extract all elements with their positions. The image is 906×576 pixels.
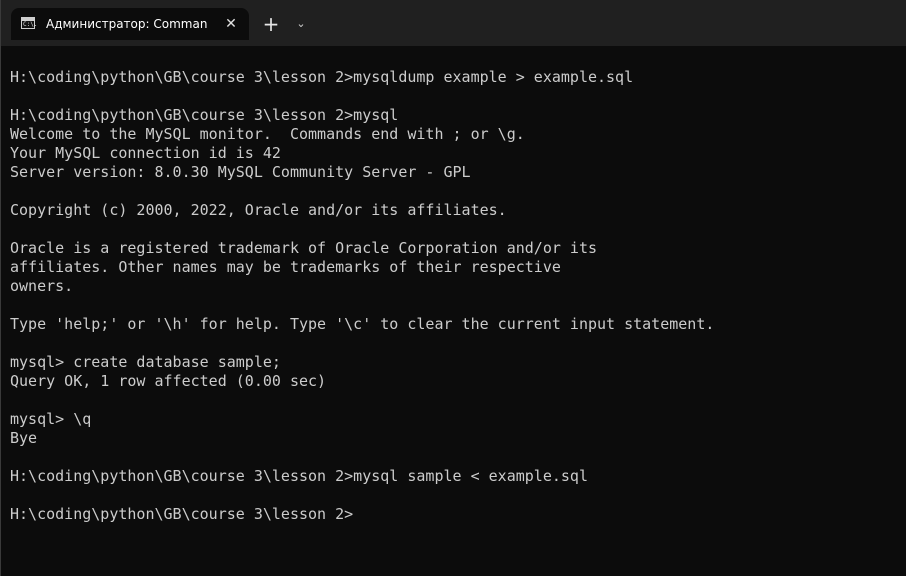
- terminal-line: Type 'help;' or '\h' for help. Type '\c'…: [10, 315, 715, 333]
- title-bar: C:\. Администратор: Command Prompt ✕ + ⌄: [1, 0, 906, 46]
- terminal-line: Welcome to the MySQL monitor. Commands e…: [10, 125, 525, 143]
- tab-command-prompt[interactable]: C:\. Администратор: Command Prompt ✕: [11, 8, 249, 40]
- chevron-down-icon[interactable]: ⌄: [292, 15, 310, 33]
- terminal-line: owners.: [10, 277, 74, 295]
- console-icon: C:\.: [21, 17, 38, 29]
- terminal-line: Oracle is a registered trademark of Orac…: [10, 239, 597, 257]
- terminal-line: H:\coding\python\GB\course 3\lesson 2>my…: [10, 467, 588, 485]
- terminal-line: mysql> \q: [10, 410, 92, 428]
- terminal-line: Query OK, 1 row affected (0.00 sec): [10, 372, 327, 390]
- close-tab-icon[interactable]: ✕: [222, 15, 240, 33]
- terminal-line: Bye: [10, 429, 38, 447]
- terminal-line: mysql> create database sample;: [10, 353, 281, 371]
- console-icon-glyph: C:\.: [23, 21, 38, 28]
- terminal-window: C:\. Администратор: Command Prompt ✕ + ⌄…: [0, 0, 906, 576]
- terminal-line: H:\coding\python\GB\course 3\lesson 2>my…: [10, 106, 399, 124]
- terminal-line: Server version: 8.0.30 MySQL Community S…: [10, 163, 471, 181]
- terminal-line: Your MySQL connection id is 42: [10, 144, 281, 162]
- terminal-line: H:\coding\python\GB\course 3\lesson 2>: [10, 505, 354, 523]
- tab-title: Администратор: Command Prompt: [46, 17, 208, 31]
- terminal-line: affiliates. Other names may be trademark…: [10, 258, 561, 276]
- terminal-line: H:\coding\python\GB\course 3\lesson 2>my…: [10, 68, 634, 86]
- terminal-line: Copyright (c) 2000, 2022, Oracle and/or …: [10, 201, 507, 219]
- new-tab-button[interactable]: +: [260, 13, 282, 35]
- terminal-output[interactable]: H:\coding\python\GB\course 3\lesson 2> my…: [10, 68, 900, 524]
